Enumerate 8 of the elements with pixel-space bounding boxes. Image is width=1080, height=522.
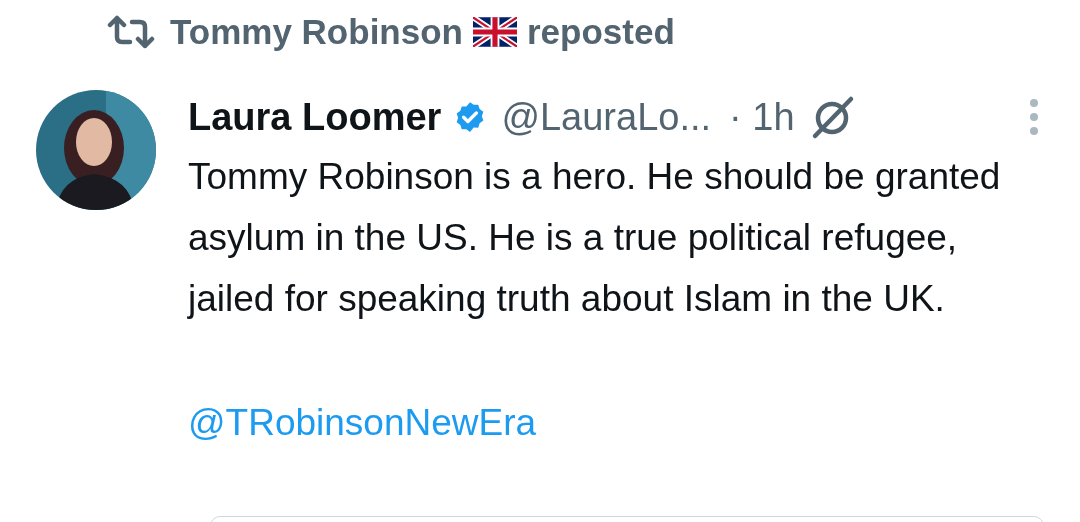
- repost-label: reposted: [526, 10, 675, 53]
- post-text: Tommy Robinson is a hero. He should be granted asylum in the US. He is a true political refugee, jailed for speaking truth about Islam in the UK.: [188, 155, 1002, 321]
- flag-icon: [472, 17, 517, 47]
- reposter-name[interactable]: Tommy Robinson: [170, 5, 463, 59]
- author-handle[interactable]: @LauraLo...: [501, 88, 712, 146]
- author-name[interactable]: Laura Loomer: [188, 88, 442, 146]
- post-time: · 1h: [729, 94, 795, 140]
- repost-icon: [106, 15, 156, 49]
